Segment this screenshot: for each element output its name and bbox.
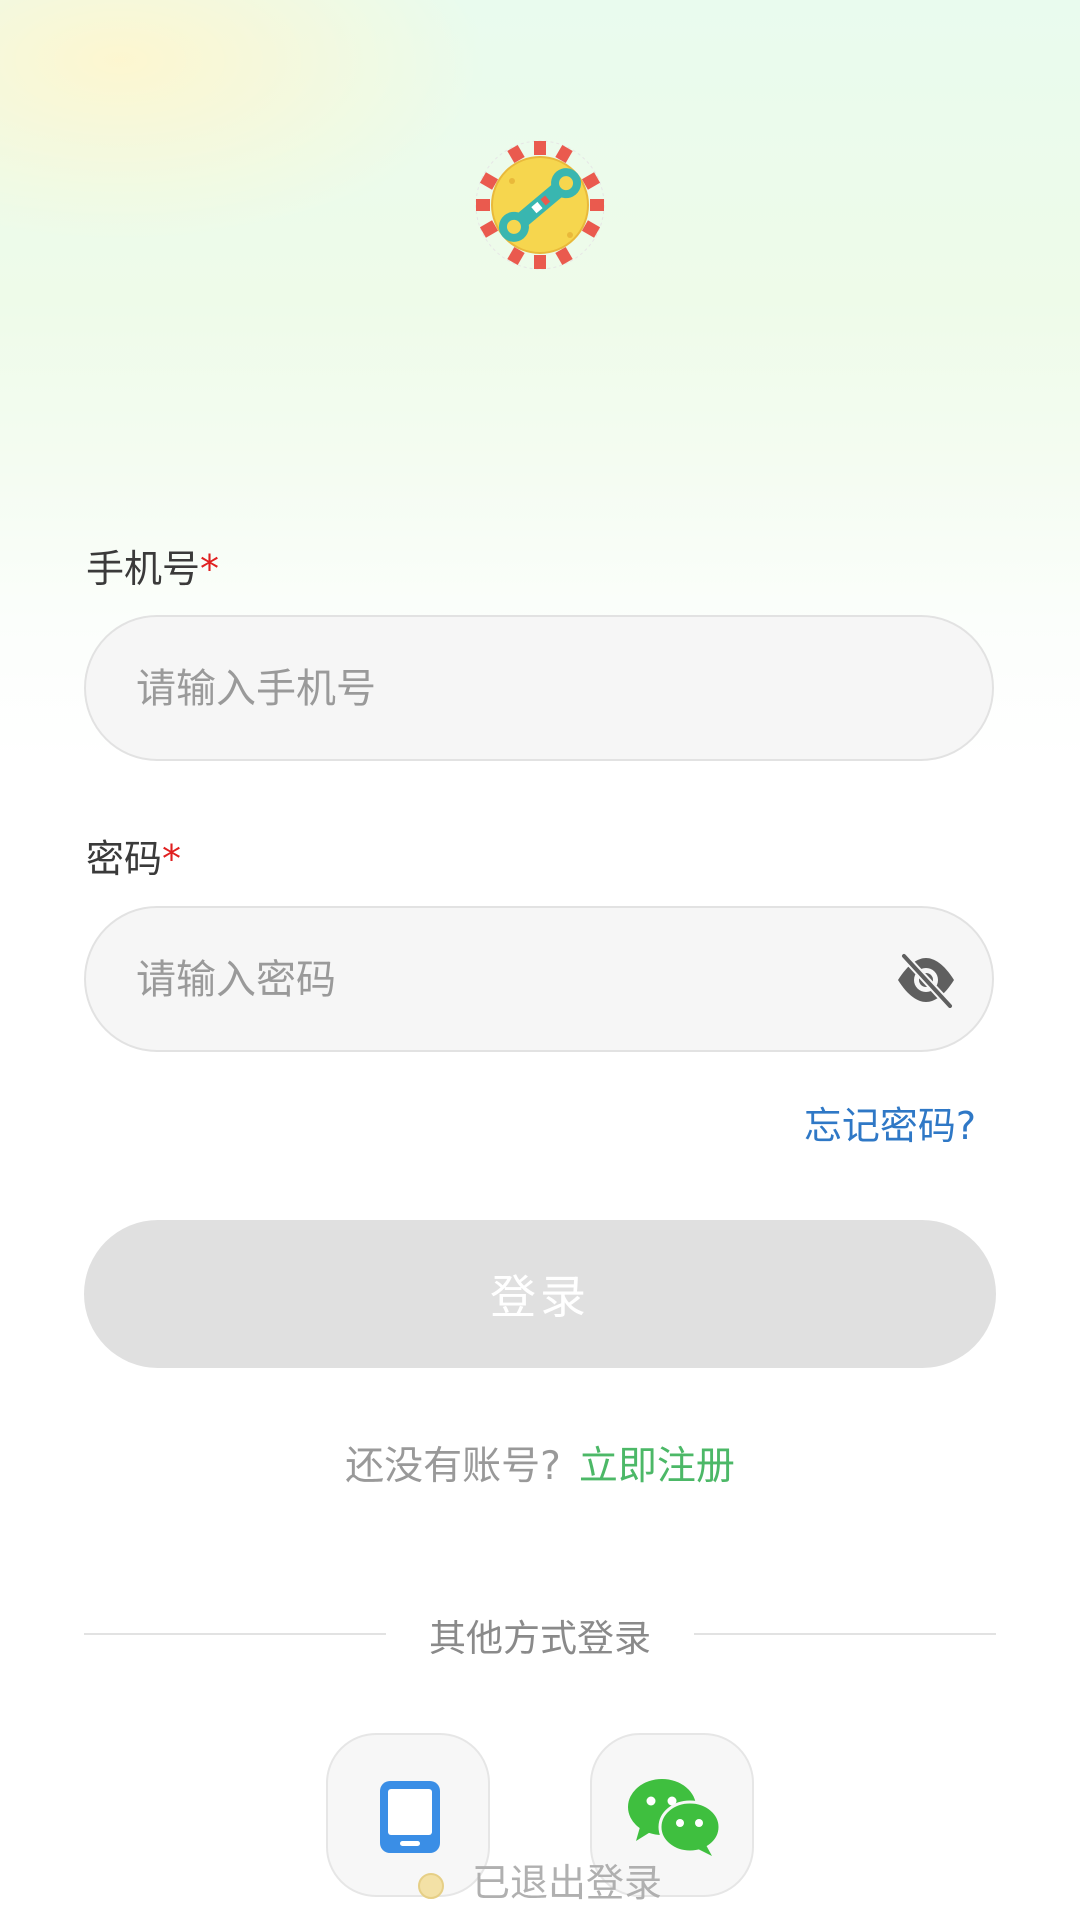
phone-input[interactable] (134, 617, 898, 761)
phone-icon (380, 1781, 440, 1853)
logout-toast: 已退出登录 (0, 1852, 1080, 1907)
register-question: 还没有账号? (345, 1444, 561, 1489)
password-field[interactable] (84, 906, 994, 1052)
eye-off-icon[interactable] (894, 952, 958, 1008)
phone-label-text: 手机号 (86, 547, 201, 591)
login-button[interactable]: 登录 (84, 1220, 996, 1368)
password-label-text: 密码 (86, 837, 163, 881)
password-required-mark: * (162, 837, 182, 881)
register-link[interactable]: 立即注册 (579, 1444, 735, 1489)
wechat-icon (628, 1779, 722, 1856)
app-logo (475, 140, 605, 270)
phone-field[interactable] (84, 615, 994, 761)
phone-label: 手机号* (86, 538, 219, 593)
other-login-title: 其他方式登录 (429, 1617, 651, 1660)
toast-message: 已退出登录 (471, 1861, 662, 1905)
password-label: 密码* (86, 828, 181, 883)
register-row: 还没有账号? 立即注册 (0, 1435, 1080, 1491)
divider-right (694, 1633, 996, 1635)
forgot-password-link[interactable]: 忘记密码? (804, 1095, 976, 1150)
phone-required-mark: * (200, 547, 220, 591)
password-input[interactable] (134, 908, 898, 1052)
toast-icon (417, 1872, 444, 1899)
